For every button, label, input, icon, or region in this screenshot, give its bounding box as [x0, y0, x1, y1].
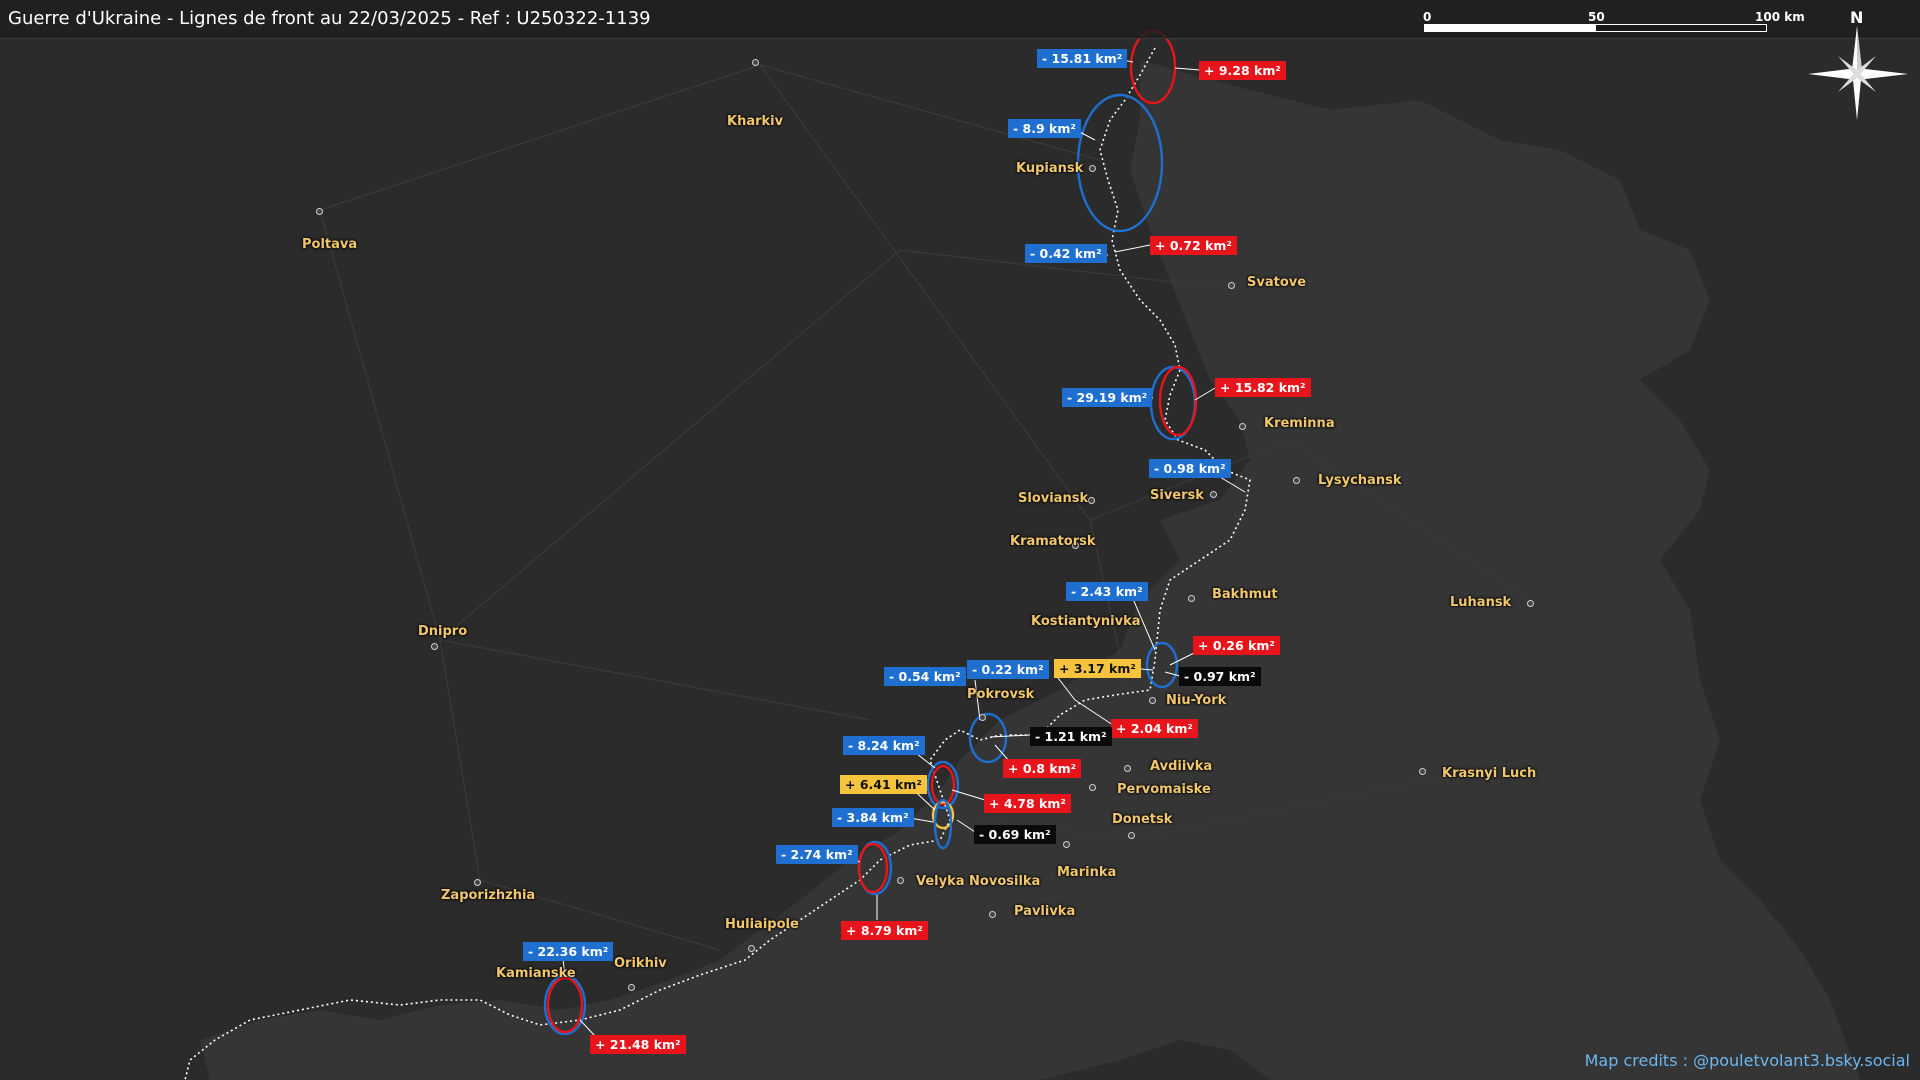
city-marker: [1293, 477, 1300, 484]
city-marker: [989, 911, 996, 918]
scale-segment-2: [1595, 24, 1767, 32]
city-marker: [316, 208, 323, 215]
city-label[interactable]: Lysychansk: [1318, 473, 1401, 488]
city-label[interactable]: Bakhmut: [1212, 587, 1278, 602]
change-label[interactable]: + 2.04 km²: [1111, 719, 1198, 738]
city-marker: [1124, 765, 1131, 772]
city-label[interactable]: Pokrovsk: [967, 687, 1034, 702]
city-marker: [1089, 165, 1096, 172]
map-title: Guerre d'Ukraine - Lignes de front au 22…: [8, 8, 651, 29]
city-label[interactable]: Kharkiv: [727, 114, 783, 129]
city-marker: [752, 59, 759, 66]
scale-tick-100: 100 km: [1755, 10, 1805, 24]
city-label[interactable]: Orikhiv: [614, 956, 667, 971]
change-label[interactable]: - 0.22 km²: [967, 660, 1049, 679]
scale-tick-0: 0: [1423, 10, 1432, 24]
scale-segment-1: [1424, 24, 1596, 32]
map-credits: Map credits : @pouletvolant3.bsky.social: [1584, 1051, 1910, 1070]
city-marker: [1228, 282, 1235, 289]
change-label[interactable]: + 9.28 km²: [1199, 61, 1286, 80]
change-label[interactable]: - 0.98 km²: [1149, 459, 1231, 478]
change-label[interactable]: + 6.41 km²: [840, 775, 927, 794]
compass-star-icon: [1808, 26, 1908, 120]
city-marker: [748, 945, 755, 952]
city-marker: [431, 643, 438, 650]
change-label[interactable]: - 0.97 km²: [1179, 667, 1261, 686]
change-label[interactable]: - 29.19 km²: [1062, 388, 1153, 407]
city-label[interactable]: Siversk: [1150, 488, 1204, 503]
city-marker: [628, 984, 635, 991]
change-label[interactable]: - 0.54 km²: [884, 667, 966, 686]
city-label[interactable]: Kamianske: [496, 966, 576, 981]
city-marker: [979, 714, 986, 721]
change-label[interactable]: + 21.48 km²: [590, 1035, 686, 1054]
change-label[interactable]: + 4.78 km²: [984, 794, 1071, 813]
city-marker: [1088, 497, 1095, 504]
city-label[interactable]: Pavlivka: [1014, 904, 1075, 919]
city-label[interactable]: Poltava: [302, 237, 357, 252]
change-label[interactable]: - 3.84 km²: [832, 808, 914, 827]
scale-bar: 0 50 100 km: [1423, 10, 1805, 34]
north-arrow-icon: N: [1808, 8, 1912, 120]
city-label[interactable]: Zaporizhzhia: [441, 888, 535, 903]
city-marker: [1239, 423, 1246, 430]
city-marker: [1210, 491, 1217, 498]
change-label[interactable]: - 1.21 km²: [1030, 727, 1112, 746]
change-label[interactable]: - 8.24 km²: [843, 736, 925, 755]
change-label[interactable]: - 8.9 km²: [1008, 119, 1081, 138]
city-label[interactable]: Pervomaiske: [1117, 782, 1211, 797]
change-label[interactable]: - 15.81 km²: [1037, 49, 1128, 68]
city-label[interactable]: Svatove: [1247, 275, 1306, 290]
change-label[interactable]: - 2.74 km²: [776, 845, 858, 864]
city-label[interactable]: Niu-York: [1166, 693, 1226, 708]
city-label[interactable]: Kupiansk: [1016, 161, 1083, 176]
city-label[interactable]: Sloviansk: [1018, 491, 1088, 506]
change-label[interactable]: - 2.43 km²: [1066, 582, 1148, 601]
city-label[interactable]: Velyka Novosilka: [916, 874, 1040, 889]
city-marker: [1419, 768, 1426, 775]
change-label[interactable]: + 0.8 km²: [1003, 759, 1082, 778]
map-canvas[interactable]: [0, 0, 1920, 1080]
city-label[interactable]: Avdiivka: [1150, 759, 1212, 774]
city-marker: [1128, 832, 1135, 839]
city-marker: [474, 879, 481, 886]
change-label[interactable]: + 3.17 km²: [1054, 659, 1141, 678]
change-label[interactable]: + 15.82 km²: [1215, 378, 1311, 397]
city-label[interactable]: Huliaipole: [725, 917, 799, 932]
city-label[interactable]: Marinka: [1057, 865, 1116, 880]
city-label[interactable]: Dnipro: [418, 624, 467, 639]
city-marker: [897, 877, 904, 884]
city-label[interactable]: Donetsk: [1112, 812, 1172, 827]
city-label[interactable]: Kreminna: [1264, 416, 1335, 431]
city-label[interactable]: Krasnyi Luch: [1442, 766, 1536, 781]
city-marker: [1527, 600, 1534, 607]
change-label[interactable]: - 22.36 km²: [523, 942, 614, 961]
city-marker: [1063, 841, 1070, 848]
change-label[interactable]: - 0.69 km²: [974, 825, 1056, 844]
scale-tick-50: 50: [1588, 10, 1605, 24]
change-label[interactable]: + 8.79 km²: [841, 921, 928, 940]
change-label[interactable]: - 0.42 km²: [1025, 244, 1107, 263]
city-label[interactable]: Kostiantynivka: [1031, 614, 1141, 629]
change-label[interactable]: + 0.72 km²: [1150, 236, 1237, 255]
change-label[interactable]: + 0.26 km²: [1193, 636, 1280, 655]
city-label[interactable]: Kramatorsk: [1010, 534, 1096, 549]
city-marker: [1188, 595, 1195, 602]
city-label[interactable]: Luhansk: [1450, 595, 1511, 610]
city-marker: [1089, 784, 1096, 791]
city-marker: [1149, 697, 1156, 704]
